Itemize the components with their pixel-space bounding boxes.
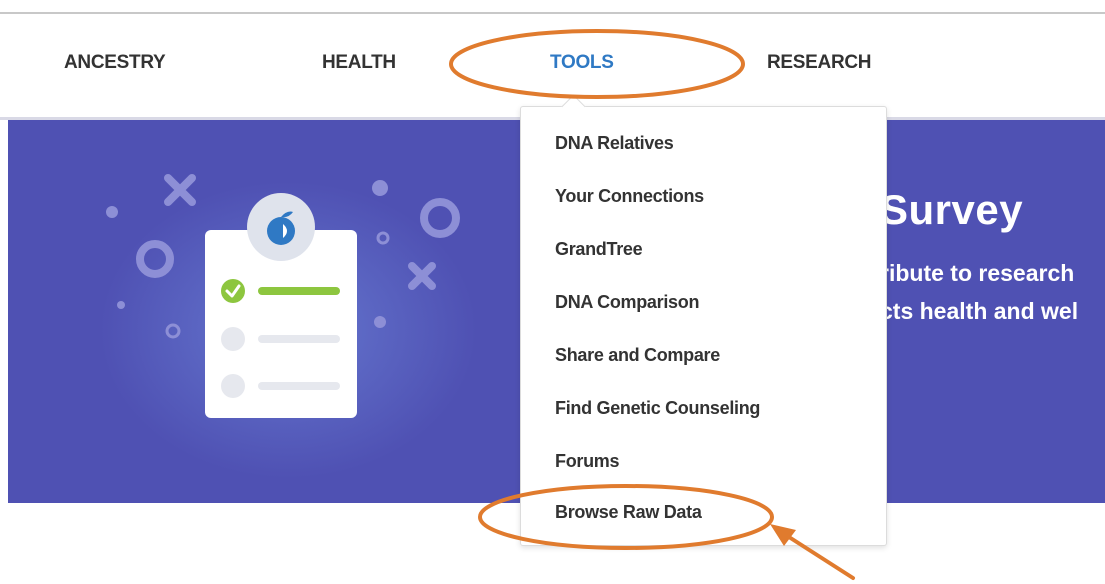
decor-dot [117, 301, 125, 309]
main-nav: ANCESTRY HEALTH TOOLS RESEARCH [0, 0, 1105, 118]
menu-item-find-genetic-counseling[interactable]: Find Genetic Counseling [555, 398, 760, 419]
decor-ring [376, 231, 390, 245]
checklist-line [258, 335, 340, 343]
menu-item-browse-raw-data[interactable]: Browse Raw Data [555, 502, 702, 523]
nav-research[interactable]: RESEARCH [767, 52, 872, 74]
decor-ring [420, 198, 460, 238]
nav-tools[interactable]: TOOLS [550, 52, 614, 74]
tools-dropdown-menu: DNA Relatives Your Connections GrandTree… [520, 106, 887, 546]
menu-item-share-and-compare[interactable]: Share and Compare [555, 345, 720, 366]
check-circle [221, 279, 245, 303]
decor-cross-icon [164, 174, 196, 206]
checklist-circle [221, 327, 245, 351]
nav-health[interactable]: HEALTH [322, 52, 396, 74]
decor-dot [106, 206, 118, 218]
checklist-line-done [258, 287, 340, 295]
decor-ring [136, 240, 174, 278]
checklist-circle [221, 374, 245, 398]
banner-text-line-2: cts health and wel [880, 298, 1079, 324]
menu-item-your-connections[interactable]: Your Connections [555, 186, 704, 207]
decor-cross-icon [408, 262, 436, 290]
menu-item-grandtree[interactable]: GrandTree [555, 239, 643, 260]
decor-dot [372, 180, 388, 196]
menu-item-forums[interactable]: Forums [555, 451, 620, 472]
menu-item-dna-comparison[interactable]: DNA Comparison [555, 292, 699, 313]
nav-ancestry[interactable]: ANCESTRY [64, 52, 166, 74]
decor-ring [165, 323, 181, 339]
checklist-line [258, 382, 340, 390]
banner-title: Survey [880, 186, 1024, 233]
menu-item-dna-relatives[interactable]: DNA Relatives [555, 133, 674, 154]
banner-text-line-1: ribute to research [880, 260, 1075, 286]
decor-dot [374, 316, 386, 328]
